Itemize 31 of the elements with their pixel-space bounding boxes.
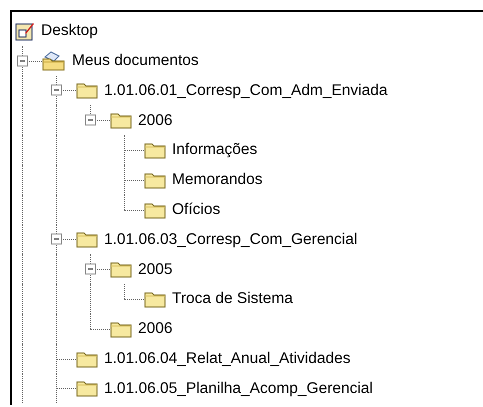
folder-icon [76, 230, 98, 248]
folder-icon [144, 200, 166, 219]
folder-icon [144, 141, 166, 160]
folder-icon [144, 290, 166, 308]
collapse-toggle[interactable] [17, 55, 28, 66]
folder-icon [144, 170, 166, 189]
folder-icon [110, 320, 132, 338]
folder-icon [110, 260, 132, 278]
folder-icon [76, 379, 98, 398]
tree-item-label[interactable]: Troca de Sistema [172, 291, 293, 307]
collapse-toggle[interactable] [51, 84, 62, 96]
collapse-toggle[interactable] [51, 234, 62, 245]
tree-item-label[interactable]: 1.01.06.05_Planilha_Acomp_Gerencial [104, 380, 373, 396]
tree-item-label[interactable]: Informações [172, 142, 258, 158]
tree-item-label[interactable]: 1.01.06.04_Relat_Anual_Atividades [104, 350, 350, 366]
folder-icon [76, 350, 98, 368]
tree-item-label[interactable]: 2005 [138, 262, 172, 278]
tree-item-label[interactable]: 1.01.06.01_Corresp_Com_Adm_Enviada [104, 82, 388, 98]
folder-with-documents-icon [42, 50, 66, 71]
tree-item-label[interactable]: 2006 [138, 112, 172, 128]
collapse-toggle[interactable] [85, 264, 96, 275]
tree-item-label[interactable]: 2006 [138, 321, 172, 337]
tree-item-label[interactable]: Desktop [41, 23, 98, 39]
tree-item-label[interactable]: 1.01.06.03_Corresp_Com_Gerencial [104, 232, 358, 248]
folder-icon [76, 81, 98, 100]
folder-icon [110, 111, 132, 130]
tree-item-label[interactable]: Memorandos [172, 172, 262, 188]
tree-item-label[interactable]: Ofícios [172, 202, 220, 218]
collapse-toggle[interactable] [85, 114, 96, 126]
tree-item-label[interactable]: Meus documentos [72, 52, 199, 68]
desktop-icon [15, 20, 35, 41]
